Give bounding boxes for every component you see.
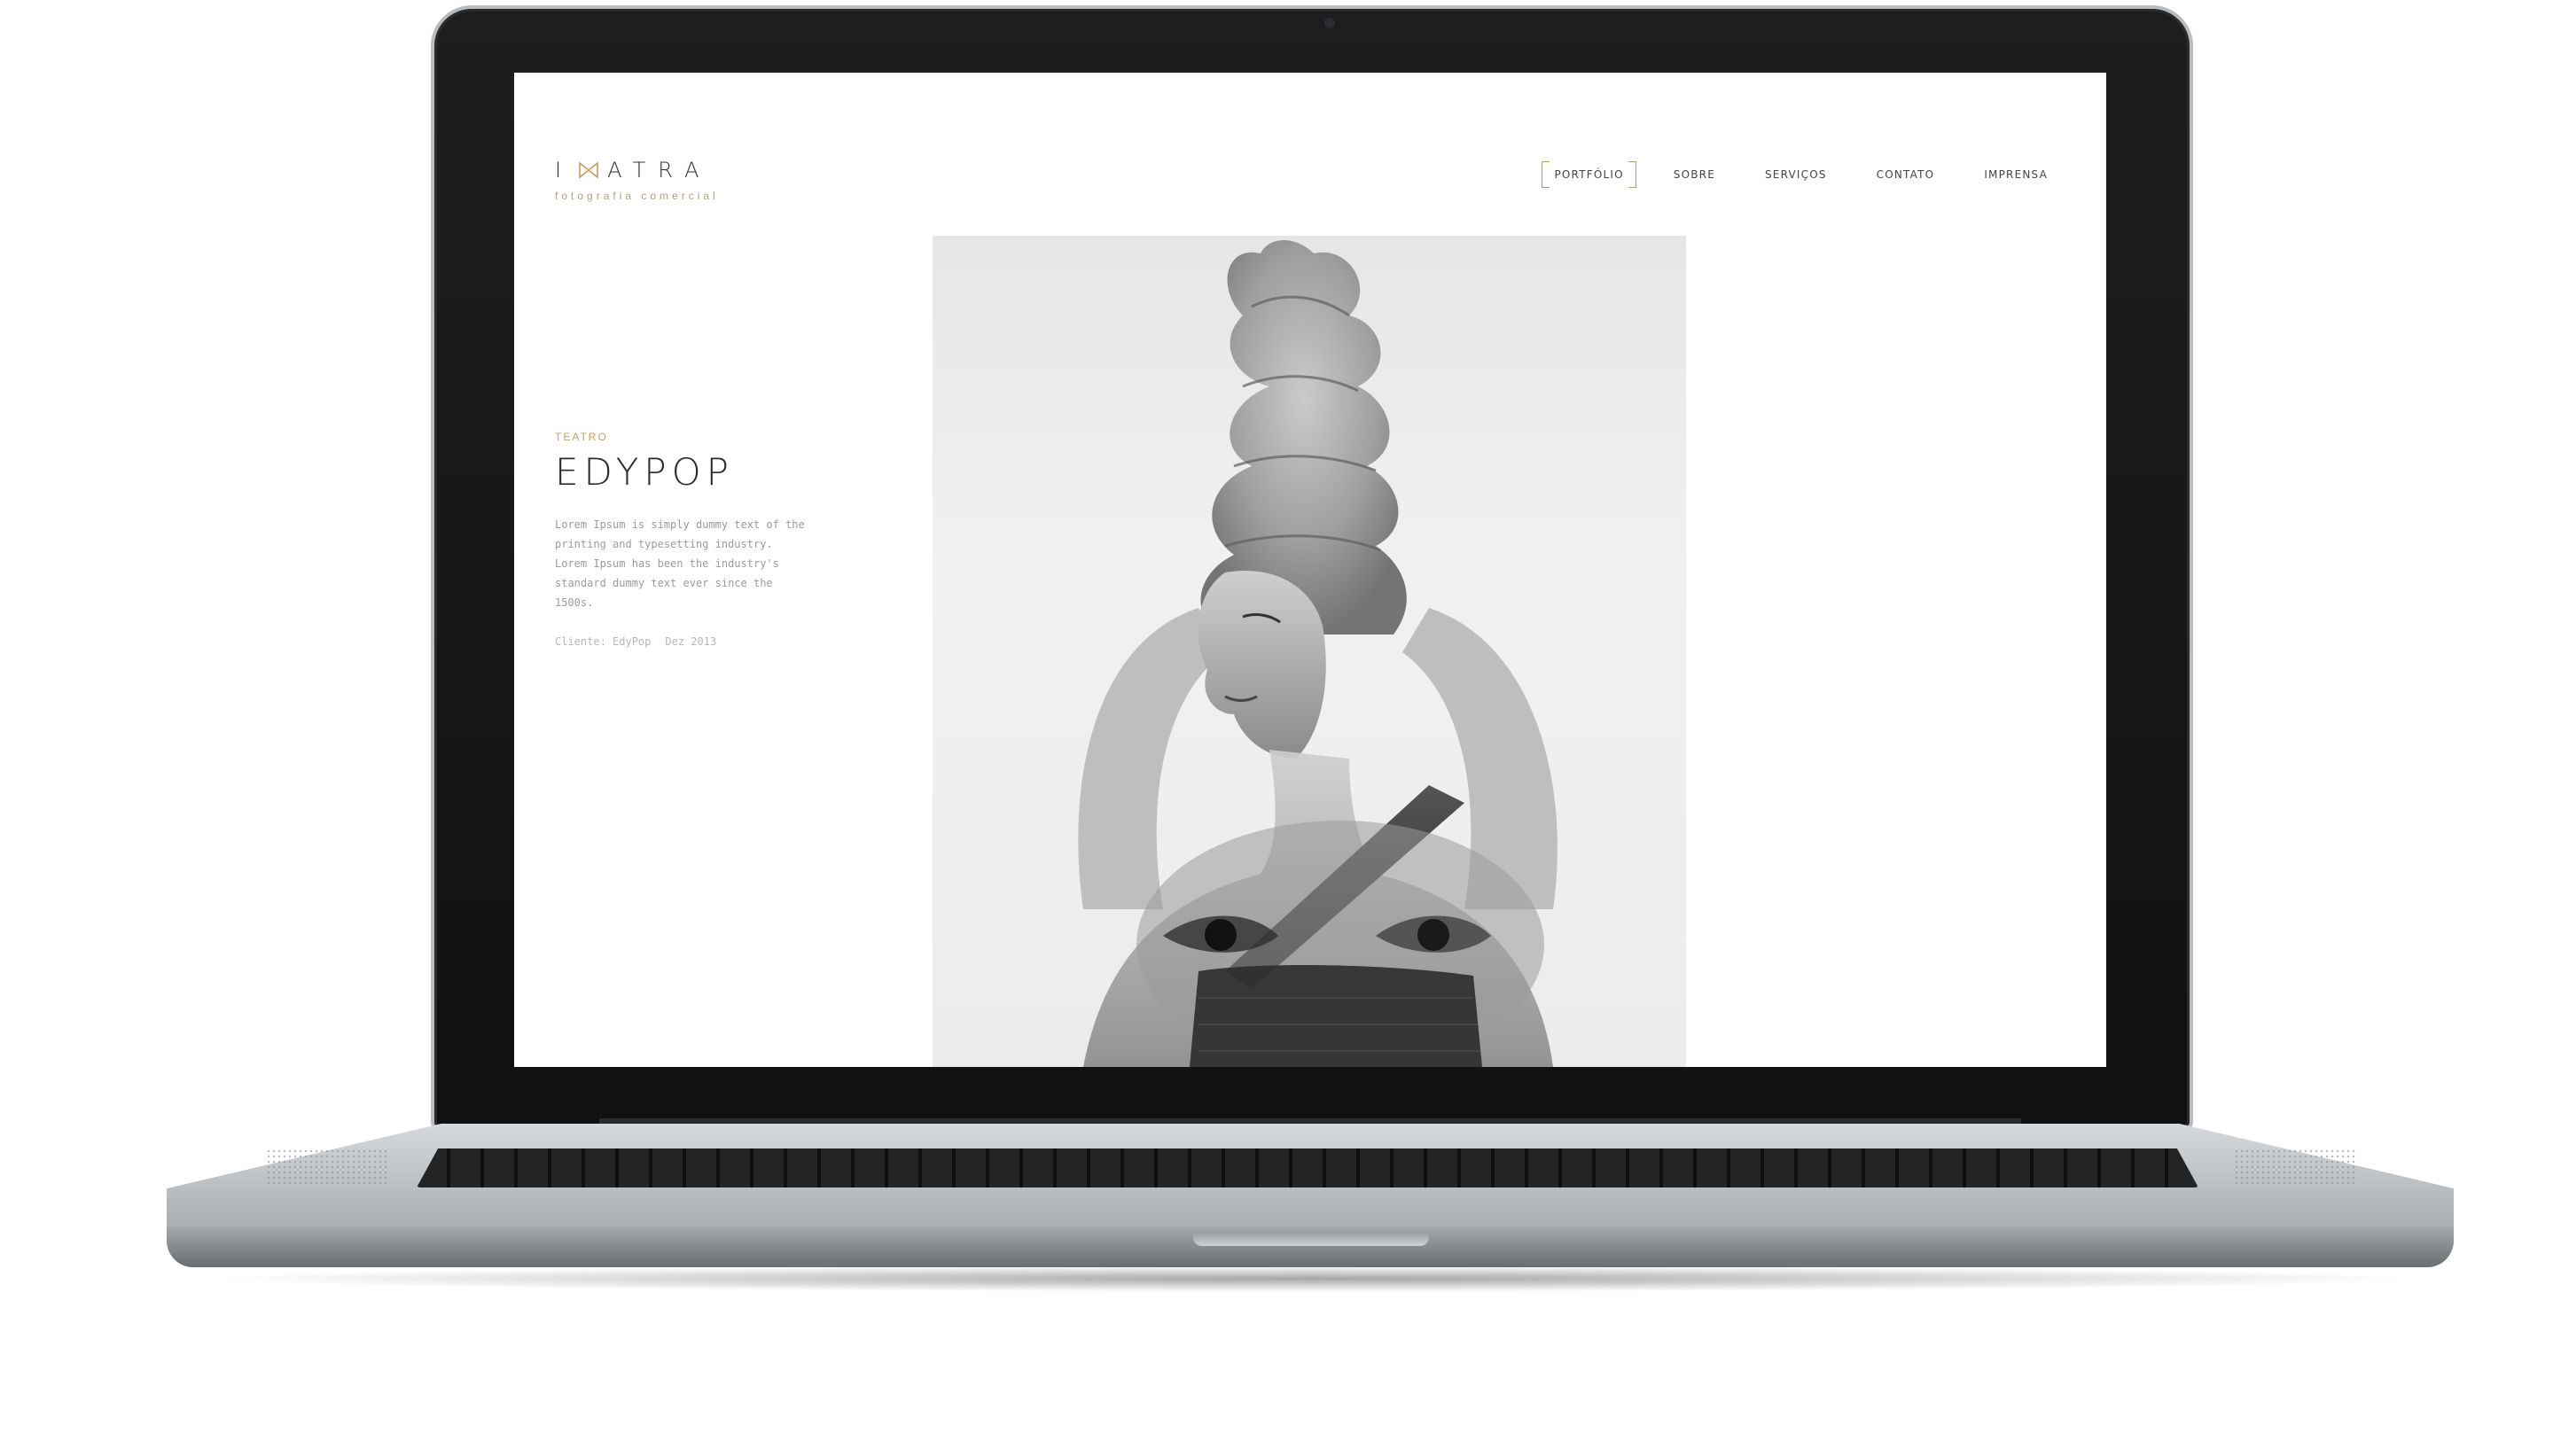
- project-meta: Cliente: EdyPop Dez 2013: [555, 635, 821, 648]
- project-photo[interactable]: [933, 236, 1686, 1067]
- project-description: Lorem Ipsum is simply dummy text of the …: [555, 518, 805, 609]
- project-info: TEATRO EDYPOP Lorem Ipsum is simply dumm…: [555, 431, 821, 648]
- portrait-illustration: [1078, 240, 1558, 1067]
- logo-wordmark: I ATRA: [555, 158, 719, 183]
- nav-item-contato[interactable]: CONTATO: [1864, 161, 1948, 188]
- nav-item-sobre[interactable]: SOBRE: [1661, 161, 1728, 188]
- project-date: Dez 2013: [665, 635, 717, 648]
- main-nav: PORTFÓLIO SOBRE SERVIÇOS CONTATO IMPRENS…: [1542, 161, 2060, 188]
- site-logo[interactable]: I ATRA fotografia comercial: [555, 158, 719, 202]
- camera-icon: [1324, 18, 1335, 28]
- speaker-grille-left: [266, 1148, 390, 1184]
- laptop-screen: I ATRA fotografia comercial PORTFÓLIO SOB…: [514, 73, 2106, 1067]
- project-client: Cliente: EdyPop: [555, 635, 652, 648]
- keyboard: [417, 1148, 2198, 1187]
- trackpad-notch: [1193, 1234, 1429, 1246]
- nav-item-imprensa[interactable]: IMPRENSA: [1971, 161, 2060, 188]
- speaker-grille-right: [2234, 1148, 2358, 1184]
- nav-item-portfolio[interactable]: PORTFÓLIO: [1542, 161, 1637, 188]
- project-category[interactable]: TEATRO: [555, 431, 821, 443]
- nav-item-servicos[interactable]: SERVIÇOS: [1753, 161, 1839, 188]
- logo-bowtie-icon: [579, 162, 598, 178]
- laptop-base-front: [167, 1226, 2454, 1267]
- logo-letter-i: I: [555, 158, 574, 183]
- logo-tagline: fotografia comercial: [555, 190, 719, 202]
- laptop-shadow: [195, 1265, 2429, 1292]
- project-title: EDYPOP: [555, 450, 734, 494]
- logo-letters: ATRA: [607, 158, 712, 183]
